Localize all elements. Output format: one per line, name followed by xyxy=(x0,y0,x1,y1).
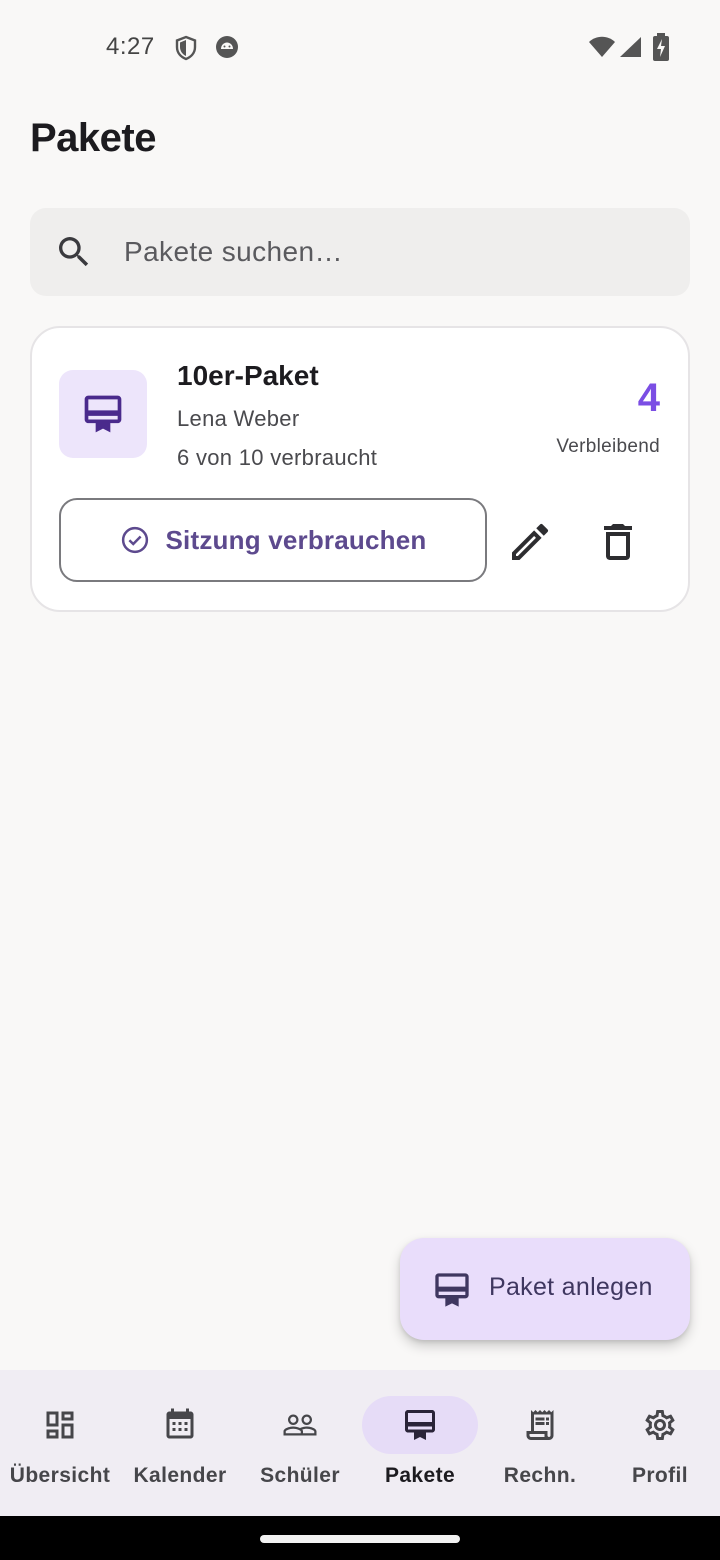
remaining-label: Verbleibend xyxy=(556,436,660,457)
create-package-fab[interactable]: Paket anlegen xyxy=(400,1238,690,1340)
card-membership-icon xyxy=(84,395,122,433)
package-icon-box xyxy=(59,370,147,458)
search-icon xyxy=(59,237,89,267)
nav-label: Pakete xyxy=(384,1464,456,1487)
remaining-count: 4 xyxy=(637,376,660,420)
package-usage: 6 von 10 verbraucht xyxy=(177,445,378,470)
status-time: 4:27 xyxy=(106,33,155,60)
nav-label: Kalender xyxy=(133,1464,227,1487)
nav-item-pakete[interactable]: Pakete xyxy=(360,1370,480,1516)
nav-label: Rechn. xyxy=(503,1464,577,1487)
nav-item-profil[interactable]: Profil xyxy=(600,1370,720,1516)
dashboard-icon xyxy=(46,1411,74,1439)
package-title: 10er-Paket xyxy=(177,360,319,391)
create-package-label: Paket anlegen xyxy=(489,1273,653,1301)
package-student: Lena Weber xyxy=(177,406,300,431)
android-debug-icon xyxy=(216,36,238,58)
wifi-icon xyxy=(589,36,615,57)
card-membership-icon xyxy=(435,1273,469,1307)
consume-session-button[interactable]: Sitzung verbrauchen xyxy=(59,498,487,582)
nav-item-rechnungen[interactable]: Rechn. xyxy=(480,1370,600,1516)
edit-button[interactable] xyxy=(506,518,554,566)
edit-icon xyxy=(512,523,549,560)
consume-session-label: Sitzung verbrauchen xyxy=(165,524,427,555)
status-bar: 4:27 xyxy=(0,0,720,96)
signal-icon xyxy=(620,37,641,57)
settings-icon xyxy=(645,1409,675,1440)
nav-label: Profil xyxy=(631,1464,689,1487)
nav-label: Schüler xyxy=(260,1464,340,1487)
shield-icon xyxy=(175,35,197,61)
delete-icon xyxy=(604,524,632,560)
package-card[interactable]: 10er-Paket Lena Weber 6 von 10 verbrauch… xyxy=(30,326,690,612)
search-bar[interactable] xyxy=(30,208,690,296)
battery-charging-icon xyxy=(653,33,669,61)
nav-label: Übersicht xyxy=(9,1464,111,1487)
page-title: Pakete xyxy=(30,116,156,160)
nav-item-schueler[interactable]: Schüler xyxy=(240,1370,360,1516)
card-membership-icon xyxy=(405,1410,435,1440)
home-gesture-handle[interactable] xyxy=(260,1535,460,1543)
people-icon xyxy=(283,1414,317,1436)
check-circle-icon xyxy=(121,526,148,554)
bottom-navigation: Übersicht Kalender Schüler Pakete Rechn. xyxy=(0,1370,720,1516)
system-navigation-bar xyxy=(0,1516,720,1560)
nav-item-uebersicht[interactable]: Übersicht xyxy=(0,1370,120,1516)
search-input[interactable] xyxy=(124,208,664,296)
receipt-icon xyxy=(526,1410,554,1440)
nav-item-kalender[interactable]: Kalender xyxy=(120,1370,240,1516)
delete-button[interactable] xyxy=(594,518,642,566)
calendar-icon xyxy=(166,1408,194,1439)
